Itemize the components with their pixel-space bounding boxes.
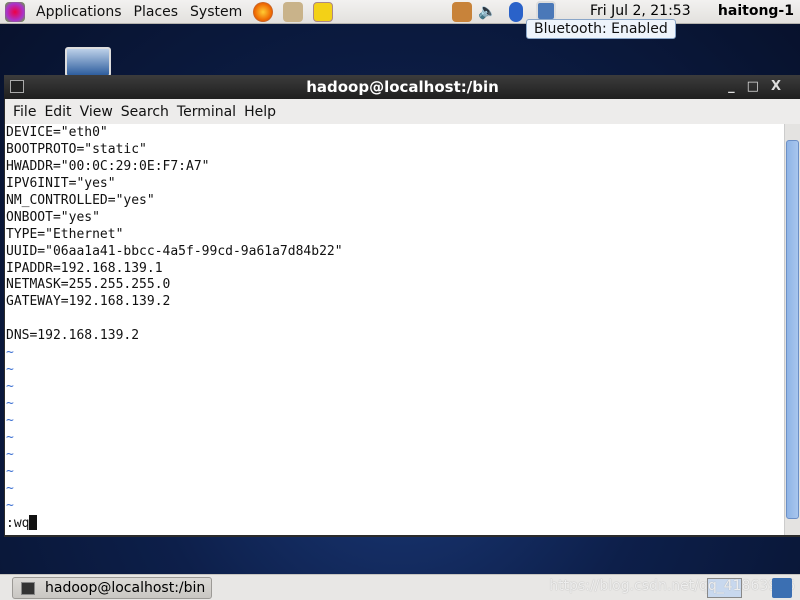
bluetooth-icon[interactable] (509, 2, 523, 22)
command-text: :wq (6, 515, 30, 531)
trash-icon[interactable] (772, 578, 792, 598)
empty-line-tilde: ~ (6, 396, 14, 412)
menu-terminal[interactable]: Terminal (173, 104, 240, 120)
gnome-foot-icon[interactable] (5, 1, 25, 22)
terminal-line: BOOTPROTO="static" (6, 141, 147, 157)
menu-system[interactable]: System (184, 4, 248, 20)
empty-line-tilde: ~ (6, 345, 14, 361)
empty-line-tilde: ~ (6, 497, 14, 513)
cursor (29, 514, 38, 530)
bluetooth-tooltip: Bluetooth: Enabled (526, 19, 676, 39)
bottom-panel: hadoop@localhost:/bin https://blog.csdn.… (0, 574, 800, 600)
empty-line-tilde: ~ (6, 379, 14, 395)
top-panel: Applications Places System 🔈 Fri Jul 2, … (0, 0, 800, 24)
empty-line-tilde: ~ (6, 429, 14, 445)
menu-places[interactable]: Places (128, 4, 185, 20)
volume-icon[interactable]: 🔈 (478, 2, 498, 22)
menu-help[interactable]: Help (240, 104, 280, 120)
empty-line-tilde: ~ (6, 413, 14, 428)
empty-line-tilde: ~ (6, 463, 14, 479)
menu-file[interactable]: File (9, 104, 40, 120)
terminal-line: ONBOOT="yes" (6, 209, 100, 225)
terminal-line: IPV6INIT="yes" (6, 175, 116, 191)
close-icon[interactable]: X (771, 79, 793, 94)
scrollbar-thumb[interactable] (786, 140, 799, 519)
computer-desktop-icon[interactable] (65, 47, 111, 77)
watermark: https://blog.csdn.net/qq_41863966 (549, 578, 795, 594)
empty-line-tilde: ~ (6, 446, 14, 462)
terminal-line: NETMASK=255.255.255.0 (6, 277, 171, 293)
menu-view[interactable]: View (76, 104, 117, 120)
mail-icon[interactable] (283, 1, 304, 22)
minimize-icon[interactable]: _ (728, 79, 747, 94)
empty-line-tilde: ~ (6, 480, 14, 496)
terminal-window: hadoop@localhost:/bin _□X File Edit View… (4, 75, 800, 537)
network-icon[interactable] (536, 1, 556, 21)
command-line[interactable]: :wq (6, 514, 784, 533)
notes-icon[interactable] (313, 1, 334, 22)
maximize-icon[interactable]: □ (747, 79, 771, 94)
terminal-line: GATEWAY=192.168.139.2 (6, 294, 171, 310)
window-title: hadoop@localhost:/bin (306, 78, 499, 96)
title-bar[interactable]: hadoop@localhost:/bin _□X (4, 75, 800, 99)
menu-applications[interactable]: Applications (30, 4, 128, 20)
terminal-icon (21, 581, 35, 595)
terminal-line: DEVICE="eth0" (6, 125, 108, 140)
terminal-line: DNS=192.168.139.2 (6, 328, 140, 344)
firefox-icon[interactable] (253, 1, 274, 22)
terminal-icon (10, 80, 24, 93)
taskbar-label: hadoop@localhost:/bin (45, 580, 206, 596)
clock[interactable]: Fri Jul 2, 21:53 (590, 3, 691, 19)
update-icon[interactable] (452, 2, 472, 22)
taskbar-terminal[interactable]: hadoop@localhost:/bin (12, 577, 212, 599)
menu-bar: File Edit View Search Terminal Help (5, 99, 800, 124)
terminal-line: NM_CONTROLLED="yes" (6, 192, 155, 208)
menu-search[interactable]: Search (117, 104, 173, 120)
menu-edit[interactable]: Edit (40, 104, 75, 120)
terminal-line: TYPE="Ethernet" (6, 226, 124, 242)
user-name[interactable]: haitong-1 (718, 3, 794, 19)
terminal-output[interactable]: DEVICE="eth0" BOOTPROTO="static" HWADDR="0… (5, 124, 784, 535)
scrollbar[interactable] (784, 124, 800, 535)
terminal-line: IPADDR=192.168.139.1 (6, 260, 163, 276)
terminal-line: UUID="06aa1a41-bbcc-4a5f-99cd-9a61a7d84b… (6, 243, 343, 259)
empty-line-tilde: ~ (6, 362, 14, 378)
terminal-line: HWADDR="00:0C:29:0E:F7:A7" (6, 158, 210, 174)
